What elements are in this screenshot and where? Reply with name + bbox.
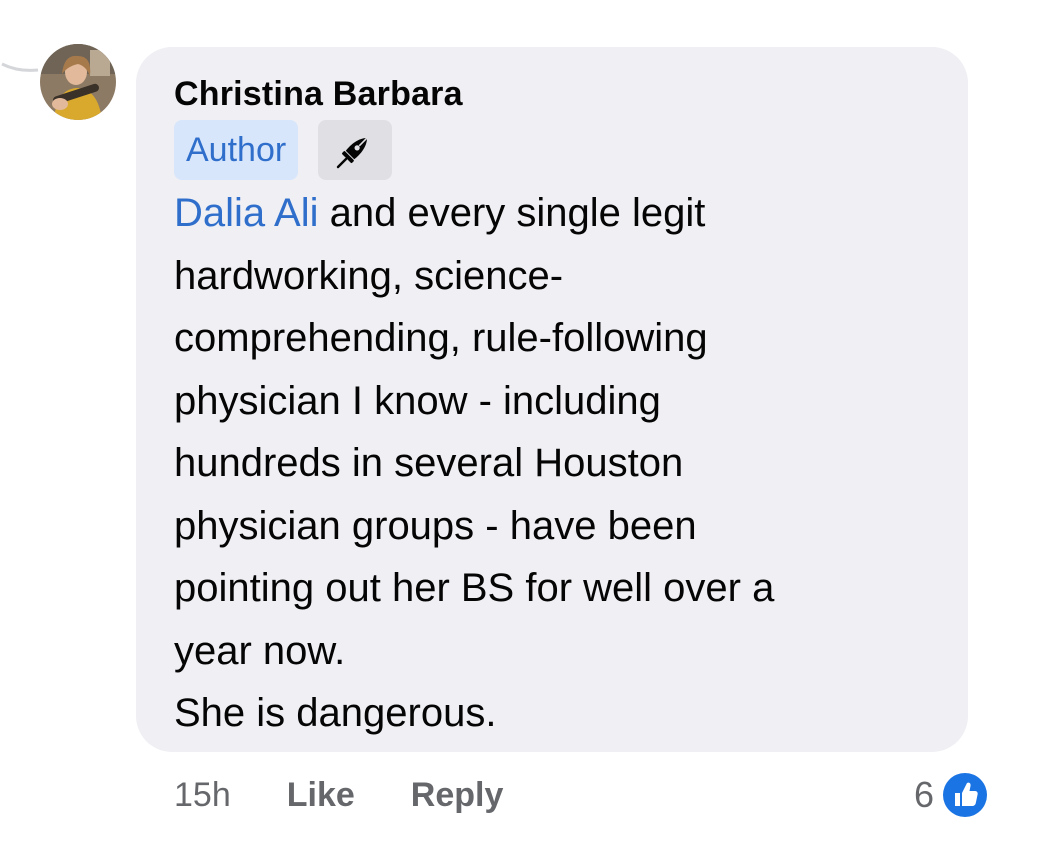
comment-bubble: Christina Barbara Author Dalia Ali and e… xyxy=(136,47,968,752)
comment-line: hardworking, science- xyxy=(174,253,564,298)
like-button[interactable]: Like xyxy=(287,776,355,815)
thread-connector-line xyxy=(1,62,39,72)
avatar[interactable] xyxy=(40,44,116,120)
comment-actions: 15h Like Reply xyxy=(174,768,503,822)
comment-line: and every single legit xyxy=(318,191,706,235)
comment-timestamp[interactable]: 15h xyxy=(174,776,231,815)
reaction-summary[interactable]: 6 xyxy=(914,768,991,822)
reply-button[interactable]: Reply xyxy=(411,776,504,815)
comment-line: comprehending, rule-following xyxy=(174,316,708,360)
comment-line: pointing out her BS for well over a xyxy=(174,566,775,610)
comment-line: physician groups - have been xyxy=(174,503,697,548)
comment-line: She is dangerous. xyxy=(174,691,497,735)
author-badge: Author xyxy=(174,120,299,180)
comment-line: physician I know - including xyxy=(174,378,661,423)
reaction-count: 6 xyxy=(914,774,935,815)
mention-link[interactable]: Dalia Ali xyxy=(174,191,319,235)
author-badges: Author xyxy=(174,120,968,180)
thumbs-up-icon xyxy=(940,770,991,820)
fountain-pen-icon xyxy=(318,120,393,180)
comment-line: year now. xyxy=(174,628,346,673)
comment-line: hundreds in several Houston xyxy=(174,441,684,485)
author-name[interactable]: Christina Barbara xyxy=(174,73,968,115)
comment-text: Dalia Ali and every single legit hardwork… xyxy=(174,182,954,745)
